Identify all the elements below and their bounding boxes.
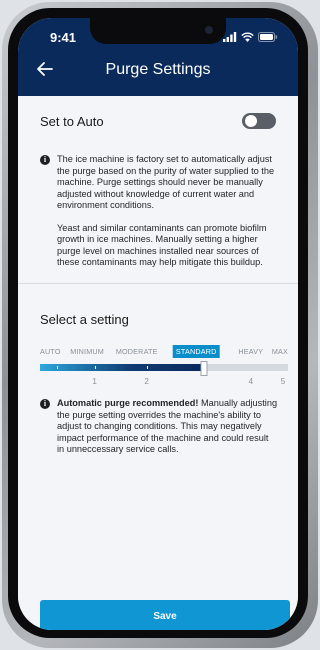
recommendation-text: Automatic purge recommended! Manually ad…: [57, 398, 278, 456]
app-header: 9:41 Purge Settings: [18, 18, 298, 96]
level-numbers: 1 2 4 5: [40, 377, 288, 389]
level-number: 5: [280, 377, 286, 386]
auto-label: Set to Auto: [40, 114, 104, 129]
status-icons: [223, 32, 278, 42]
camera-icon: [205, 26, 213, 34]
level-number: 2: [144, 377, 149, 386]
level-max[interactable]: MAX: [272, 347, 288, 356]
level-labels: AUTO MINIMUM MODERATE STANDARD HEAVY MAX: [40, 345, 288, 361]
slider-tick: [146, 366, 148, 369]
purge-slider[interactable]: [40, 361, 288, 376]
settings-content: Set to Auto i The ice machine is factory…: [18, 96, 298, 630]
divider: [18, 283, 298, 284]
auto-toggle[interactable]: [242, 113, 276, 129]
info-paragraph-1: The ice machine is factory set to automa…: [57, 154, 275, 210]
level-minimum[interactable]: MINIMUM: [70, 347, 104, 356]
select-setting-title: Select a setting: [40, 312, 129, 327]
recommendation-block: i Automatic purge recommended! Manually …: [40, 398, 278, 456]
level-number: 1: [92, 377, 97, 386]
wifi-icon: [241, 32, 254, 42]
auto-row: Set to Auto: [40, 112, 276, 134]
info-icon: i: [40, 399, 50, 409]
slider-handle[interactable]: [200, 361, 208, 376]
info-paragraph-2: Yeast and similar contaminants can promo…: [57, 222, 267, 268]
slider-fill: [40, 364, 204, 371]
level-heavy[interactable]: HEAVY: [238, 347, 263, 356]
status-time: 9:41: [50, 30, 77, 45]
notch: [90, 18, 226, 44]
page-title: Purge Settings: [105, 61, 211, 78]
toggle-knob: [245, 115, 257, 127]
save-button[interactable]: Save: [40, 600, 290, 630]
slider-tick: [57, 366, 59, 369]
recommendation-bold: Automatic purge recommended!: [57, 398, 199, 408]
level-auto[interactable]: AUTO: [40, 347, 61, 356]
level-number: 4: [248, 377, 254, 386]
signal-icon: [223, 32, 237, 42]
app-screen: 9:41 Purge Settings Set to Auto i The ic…: [18, 18, 298, 630]
level-moderate[interactable]: MODERATE: [116, 347, 158, 356]
info-block: i The ice machine is factory set to auto…: [40, 154, 278, 269]
battery-icon: [258, 32, 278, 42]
slider-tick: [94, 366, 96, 369]
info-icon: i: [40, 155, 50, 165]
level-standard[interactable]: STANDARD: [172, 345, 220, 358]
